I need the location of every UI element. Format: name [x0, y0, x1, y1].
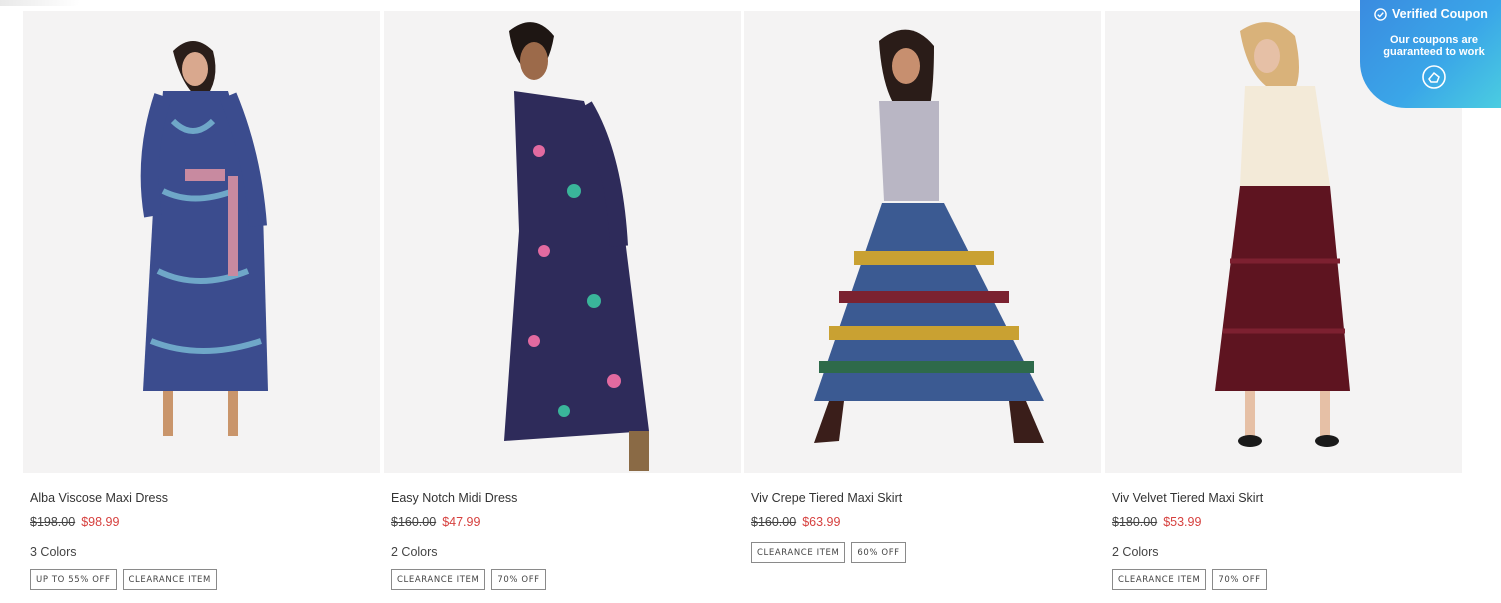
clearance-badge: CLEARANCE ITEM: [751, 542, 846, 563]
model-floral-midi-dress-icon: [384, 11, 741, 473]
price-row: $180.00 $53.99: [1112, 515, 1201, 529]
badge-row: CLEARANCE ITEM 70% OFF: [1112, 569, 1267, 590]
color-count[interactable]: 2 Colors: [391, 545, 438, 559]
check-circle-icon: [1374, 7, 1387, 21]
product-grid: Alba Viscose Maxi Dress $198.00 $98.99 3 …: [23, 11, 1462, 603]
badge-row: CLEARANCE ITEM 60% OFF: [751, 542, 906, 563]
product-image[interactable]: [744, 11, 1101, 473]
price-row: $198.00 $98.99: [30, 515, 119, 529]
badge-row: CLEARANCE ITEM 70% OFF: [391, 569, 546, 590]
original-price: $160.00: [391, 515, 437, 529]
clearance-badge: CLEARANCE ITEM: [1112, 569, 1207, 590]
coupon-title: Verified Coupon: [1392, 7, 1488, 21]
coupon-subtitle: Our coupons are guaranteed to work: [1383, 34, 1485, 58]
coupon-title-row: Verified Coupon: [1374, 7, 1488, 21]
sale-price: $98.99: [81, 515, 120, 529]
product-card[interactable]: Alba Viscose Maxi Dress $198.00 $98.99 3 …: [23, 11, 380, 603]
price-row: $160.00 $63.99: [751, 515, 840, 529]
sale-price: $53.99: [1163, 515, 1202, 529]
original-price: $160.00: [751, 515, 797, 529]
sale-price: $47.99: [442, 515, 481, 529]
top-left-tab-fragment: [0, 0, 80, 6]
product-image[interactable]: [23, 11, 380, 473]
discount-badge: UP TO 55% OFF: [30, 569, 117, 590]
discount-badge: 70% OFF: [1212, 569, 1267, 590]
product-name[interactable]: Viv Velvet Tiered Maxi Skirt: [1112, 491, 1263, 505]
product-name[interactable]: Alba Viscose Maxi Dress: [30, 491, 168, 505]
model-printed-tiered-skirt-icon: [744, 11, 1101, 473]
clearance-badge: CLEARANCE ITEM: [122, 569, 217, 590]
coupon-logo-icon[interactable]: [1422, 65, 1446, 89]
badge-row: UP TO 55% OFF CLEARANCE ITEM: [30, 569, 217, 590]
product-card[interactable]: Viv Crepe Tiered Maxi Skirt $160.00 $63.9…: [744, 11, 1101, 603]
clearance-badge: CLEARANCE ITEM: [391, 569, 486, 590]
discount-badge: 70% OFF: [491, 569, 546, 590]
color-count[interactable]: 3 Colors: [30, 545, 77, 559]
color-count[interactable]: 2 Colors: [1112, 545, 1159, 559]
original-price: $180.00: [1112, 515, 1158, 529]
product-name[interactable]: Easy Notch Midi Dress: [391, 491, 517, 505]
product-image[interactable]: [384, 11, 741, 473]
product-name[interactable]: Viv Crepe Tiered Maxi Skirt: [751, 491, 902, 505]
model-paisley-maxi-dress-icon: [23, 11, 380, 473]
verified-coupon-widget[interactable]: Verified Coupon Our coupons are guarante…: [1360, 0, 1501, 108]
sale-price: $63.99: [802, 515, 841, 529]
product-card[interactable]: Easy Notch Midi Dress $160.00 $47.99 2 Co…: [384, 11, 741, 603]
discount-badge: 60% OFF: [851, 542, 906, 563]
original-price: $198.00: [30, 515, 76, 529]
price-row: $160.00 $47.99: [391, 515, 480, 529]
